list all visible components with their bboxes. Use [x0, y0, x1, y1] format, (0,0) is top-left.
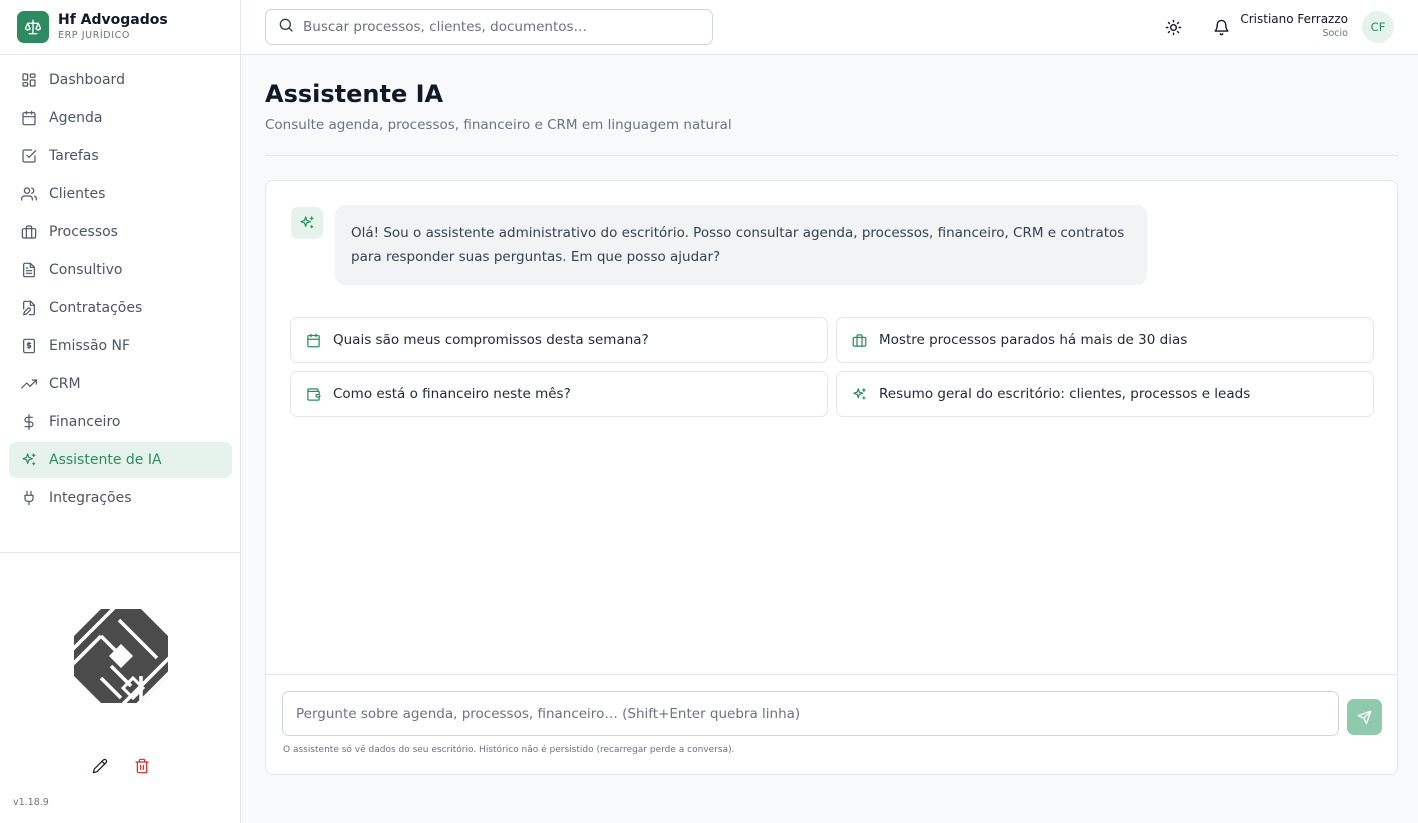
sidebar-item-agenda[interactable]: Agenda	[9, 100, 232, 136]
pencil-icon[interactable]	[90, 756, 110, 776]
trash-icon[interactable]	[132, 756, 152, 776]
sidebar-item-dashboard[interactable]: Dashboard	[9, 62, 232, 98]
suggestion-label: Quais são meus compromissos desta semana…	[333, 332, 649, 348]
document-icon	[23, 262, 35, 278]
chat-input-box	[282, 691, 1339, 736]
user-info[interactable]: Cristiano Ferrazzo Socio	[1240, 11, 1348, 41]
suggestion-label: Resumo geral do escritório: clientes, pr…	[879, 386, 1251, 402]
brand-subtitle: ERP JURÍDICO	[58, 30, 130, 41]
sidebar-item-label: Financeiro	[49, 414, 121, 430]
suggestion-button[interactable]: Quais são meus compromissos desta semana…	[290, 317, 828, 363]
calendar-icon	[22, 110, 36, 126]
briefcase-icon	[21, 225, 37, 239]
chat-disclaimer: O assistente só vê dados do seu escritór…	[283, 745, 735, 755]
user-name: Cristiano Ferrazzo	[1240, 12, 1348, 26]
sidebar-item-emissao-nf[interactable]: Emissão NF	[9, 328, 232, 364]
assistant-avatar	[291, 207, 323, 239]
sidebar-item-label: Clientes	[49, 186, 106, 202]
sparkles-icon	[851, 386, 867, 402]
briefcase-icon	[851, 332, 867, 348]
firm-logo	[71, 606, 171, 706]
sidebar-item-label: Integrações	[49, 490, 132, 506]
send-button[interactable]	[1347, 699, 1382, 735]
sparkles-icon	[22, 453, 36, 466]
search-box	[265, 9, 713, 45]
suggestion-button[interactable]: Mostre processos parados há mais de 30 d…	[836, 317, 1374, 363]
header-divider	[265, 155, 1398, 156]
chat-divider	[266, 674, 1397, 675]
sidebar-item-integracoes[interactable]: Integrações	[9, 480, 232, 516]
sidebar-item-label: CRM	[49, 376, 81, 392]
chat-panel: Olá! Sou o assistente administrativo do …	[265, 180, 1398, 775]
sidebar-nav: Dashboard Agenda Tarefas Clientes Proces…	[9, 62, 232, 518]
search-icon	[278, 17, 294, 37]
search-input[interactable]	[303, 19, 703, 35]
sidebar: Hf Advogados ERP JURÍDICO Dashboard Agen…	[0, 0, 241, 823]
brand: Hf Advogados ERP JURÍDICO	[0, 0, 240, 55]
suggestion-button[interactable]: Como está o financeiro neste mês?	[290, 371, 828, 417]
chat-input[interactable]	[296, 703, 1326, 724]
sun-icon[interactable]	[1162, 16, 1184, 38]
user-role: Socio	[1322, 28, 1348, 39]
users-icon	[21, 187, 37, 201]
sidebar-item-label: Agenda	[49, 110, 103, 126]
sidebar-item-crm[interactable]: CRM	[9, 366, 232, 402]
sidebar-item-label: Processos	[49, 224, 118, 240]
sidebar-item-label: Consultivo	[49, 262, 123, 278]
calendar-icon	[305, 332, 321, 348]
suggestion-label: Mostre processos parados há mais de 30 d…	[879, 332, 1188, 348]
sparkles-icon	[300, 216, 314, 229]
sidebar-item-consultivo[interactable]: Consultivo	[9, 252, 232, 288]
sidebar-item-label: Contratações	[49, 300, 143, 316]
plug-icon	[24, 490, 34, 506]
dashboard-icon	[22, 73, 36, 87]
receipt-icon	[23, 338, 35, 354]
file-edit-icon	[23, 300, 35, 316]
topbar: Cristiano Ferrazzo Socio CF	[241, 0, 1418, 55]
scales-icon	[17, 11, 49, 43]
sidebar-item-label: Emissão NF	[49, 338, 131, 354]
checkbox-icon	[22, 149, 37, 163]
sidebar-item-financeiro[interactable]: Financeiro	[9, 404, 232, 440]
bell-icon[interactable]	[1210, 16, 1232, 38]
page-subtitle: Consulte agenda, processos, financeiro e…	[265, 117, 732, 133]
suggestion-label: Como está o financeiro neste mês?	[333, 386, 571, 402]
dollar-icon	[24, 414, 34, 430]
sidebar-divider	[0, 552, 240, 553]
assistant-message: Olá! Sou o assistente administrativo do …	[335, 205, 1147, 285]
page-title: Assistente IA	[265, 80, 444, 108]
sidebar-item-label: Dashboard	[49, 72, 125, 88]
sidebar-item-assistente-ia[interactable]: Assistente de IA	[9, 442, 232, 478]
sidebar-item-label: Tarefas	[49, 148, 99, 164]
wallet-icon	[305, 386, 321, 402]
logo-actions	[90, 756, 152, 776]
avatar[interactable]: CF	[1362, 11, 1394, 43]
sidebar-item-clientes[interactable]: Clientes	[9, 176, 232, 212]
sidebar-item-tarefas[interactable]: Tarefas	[9, 138, 232, 174]
sidebar-item-processos[interactable]: Processos	[9, 214, 232, 250]
sidebar-item-contratacoes[interactable]: Contratações	[9, 290, 232, 326]
send-icon	[1357, 710, 1372, 724]
brand-name: Hf Advogados	[58, 12, 168, 28]
trending-up-icon	[21, 379, 37, 389]
sidebar-item-label: Assistente de IA	[49, 452, 162, 468]
app-version: v1.18.9	[13, 797, 49, 808]
suggestion-button[interactable]: Resumo geral do escritório: clientes, pr…	[836, 371, 1374, 417]
